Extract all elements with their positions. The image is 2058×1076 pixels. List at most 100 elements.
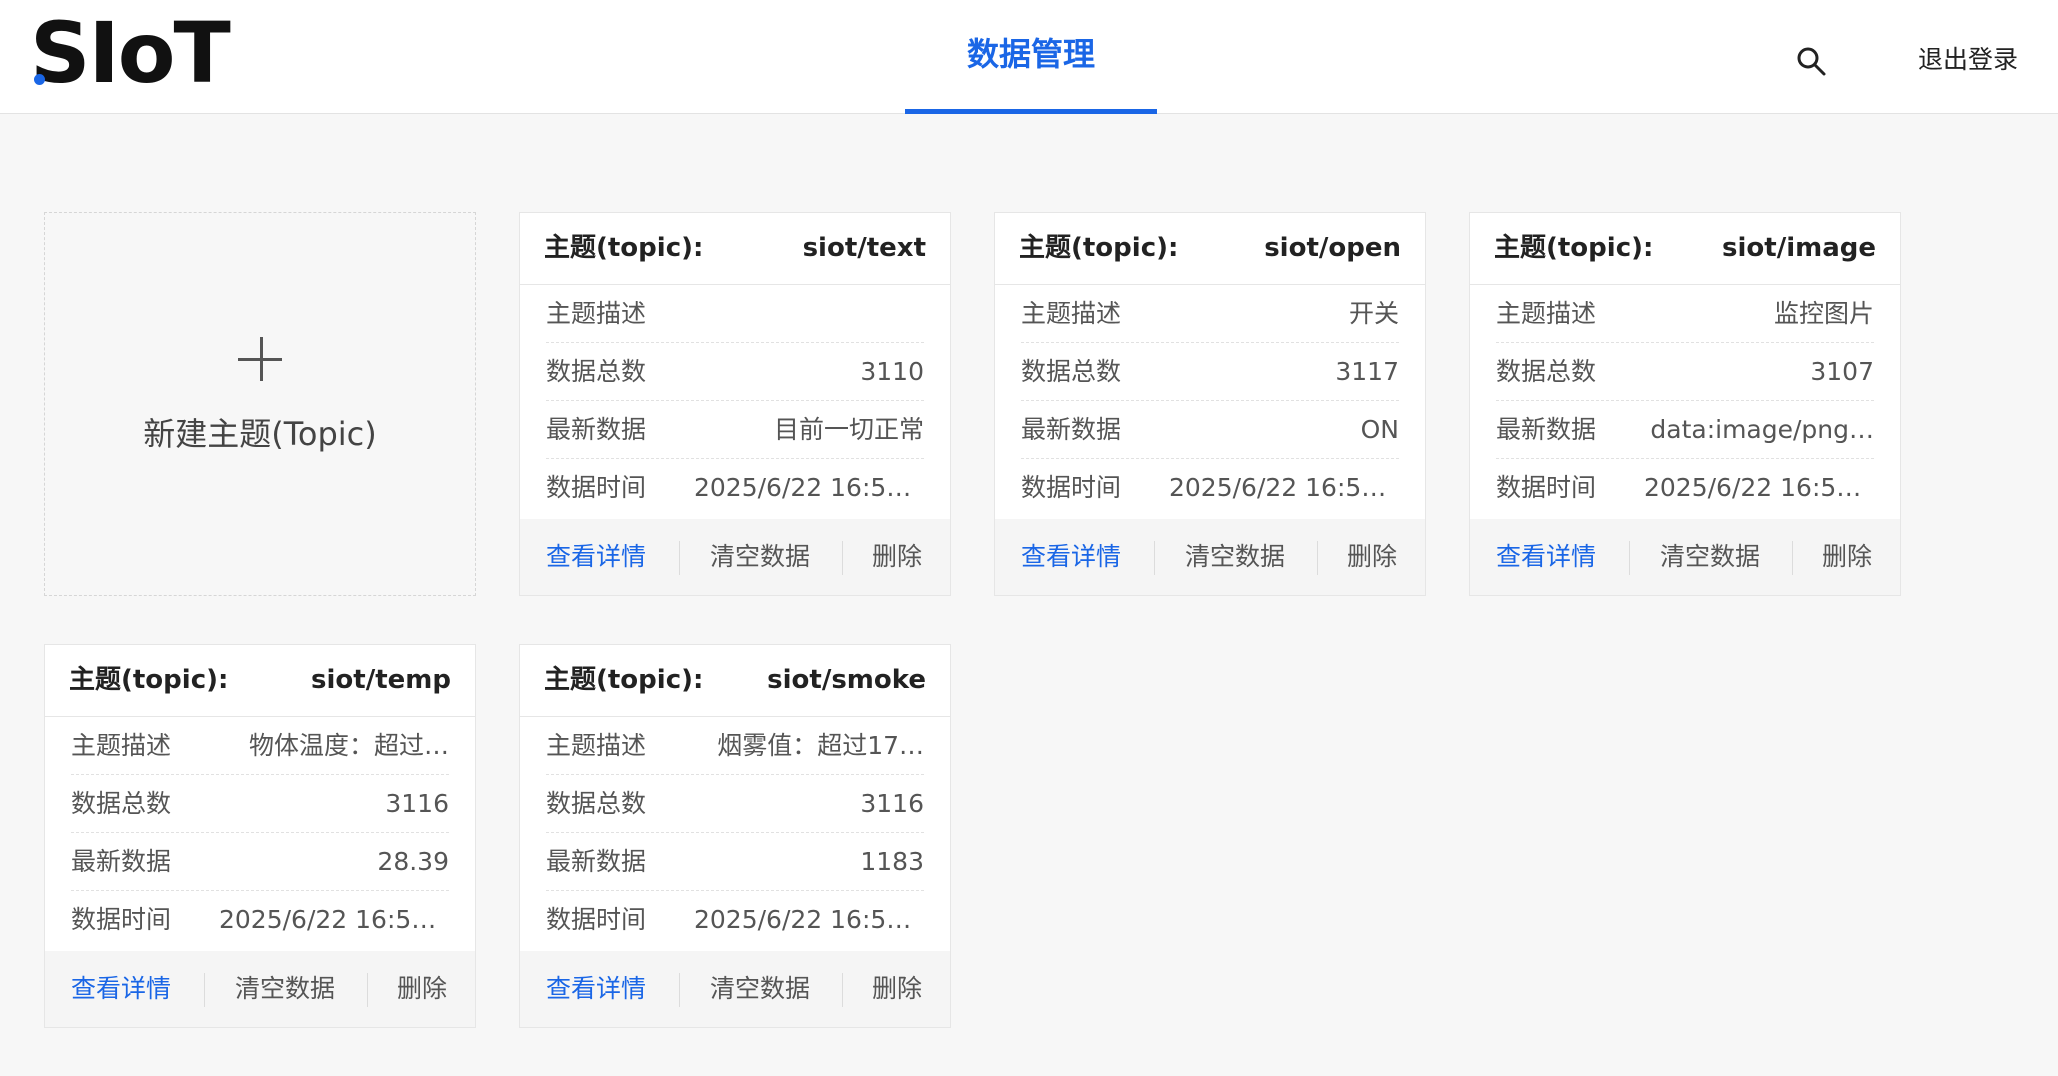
topic-card: 主题(topic): siot/text 主题描述 数据总数 3110 最新数据…: [519, 212, 951, 596]
desc-label: 主题描述: [1496, 299, 1597, 328]
card-row-desc: 主题描述 烟雾值：超过17…: [546, 717, 924, 775]
time-value: 2025/6/22 16:55:05: [1644, 473, 1874, 502]
view-details-button[interactable]: 查看详情: [1021, 519, 1121, 595]
topic-label: 主题(topic):: [544, 665, 704, 695]
topic-name: siot/temp: [311, 665, 451, 695]
latest-label: 最新数据: [1496, 415, 1597, 444]
top-header: SIoT 数据管理 退出登录: [0, 0, 2058, 114]
latest-value: 28.39: [377, 847, 449, 876]
card-row-latest: 最新数据 data:image/png…: [1496, 401, 1874, 459]
view-details-button[interactable]: 查看详情: [1496, 519, 1596, 595]
delete-button[interactable]: 删除: [872, 951, 922, 1027]
card-row-latest: 最新数据 目前一切正常: [546, 401, 924, 459]
card-row-time: 数据时间 2025/6/22 16:55:05: [71, 891, 449, 949]
count-label: 数据总数: [546, 789, 647, 818]
latest-label: 最新数据: [71, 847, 172, 876]
clear-data-button[interactable]: 清空数据: [1660, 519, 1760, 595]
search-icon: [1797, 47, 1826, 76]
count-label: 数据总数: [1496, 357, 1597, 386]
delete-button[interactable]: 删除: [397, 951, 447, 1027]
view-details-button[interactable]: 查看详情: [71, 951, 171, 1027]
count-value: 3107: [1810, 357, 1874, 386]
time-value: 2025/6/22 16:55:05: [694, 905, 924, 934]
time-value: 2025/6/22 16:56:38: [1169, 473, 1399, 502]
topic-card: 主题(topic): siot/temp 主题描述 物体温度：超过… 数据总数 …: [44, 644, 476, 1028]
card-actions: 查看详情 清空数据 删除: [520, 519, 950, 595]
delete-button[interactable]: 删除: [1347, 519, 1397, 595]
count-value: 3116: [860, 789, 924, 818]
divider: [1792, 541, 1793, 575]
view-details-button[interactable]: 查看详情: [546, 519, 646, 595]
divider: [367, 973, 368, 1007]
card-header: 主题(topic): siot/open: [995, 213, 1425, 285]
count-label: 数据总数: [71, 789, 172, 818]
desc-value: 开关: [1348, 299, 1399, 328]
topic-card: 主题(topic): siot/open 主题描述 开关 数据总数 3117 最…: [994, 212, 1426, 596]
count-label: 数据总数: [546, 357, 647, 386]
card-row-latest: 最新数据 1183: [546, 833, 924, 891]
topic-name: siot/smoke: [767, 665, 926, 695]
time-label: 数据时间: [546, 905, 647, 934]
clear-data-button[interactable]: 清空数据: [710, 519, 810, 595]
card-row-count: 数据总数 3116: [71, 775, 449, 833]
card-row-count: 数据总数 3116: [546, 775, 924, 833]
card-row-time: 数据时间 2025/6/22 16:55:05: [546, 891, 924, 949]
card-header: 主题(topic): siot/temp: [45, 645, 475, 717]
clear-data-button[interactable]: 清空数据: [1185, 519, 1285, 595]
desc-label: 主题描述: [546, 299, 647, 328]
card-row-desc: 主题描述: [546, 285, 924, 343]
card-row-desc: 主题描述 监控图片: [1496, 285, 1874, 343]
divider: [679, 973, 680, 1007]
topic-label: 主题(topic):: [69, 665, 229, 695]
divider: [842, 973, 843, 1007]
count-value: 3116: [385, 789, 449, 818]
divider: [1317, 541, 1318, 575]
topic-name: siot/open: [1264, 233, 1401, 263]
logo-accent-dot: [34, 74, 45, 85]
latest-label: 最新数据: [546, 847, 647, 876]
delete-button[interactable]: 删除: [1822, 519, 1872, 595]
card-row-count: 数据总数 3110: [546, 343, 924, 401]
count-value: 3110: [860, 357, 924, 386]
card-actions: 查看详情 清空数据 删除: [45, 951, 475, 1027]
divider: [679, 541, 680, 575]
clear-data-button[interactable]: 清空数据: [235, 951, 335, 1027]
topic-card: 主题(topic): siot/image 主题描述 监控图片 数据总数 310…: [1469, 212, 1901, 596]
time-label: 数据时间: [71, 905, 172, 934]
siot-logo[interactable]: SIoT: [30, 8, 231, 98]
card-row-time: 数据时间 2025/6/22 16:56:38: [1021, 459, 1399, 517]
divider: [1629, 541, 1630, 575]
search-button[interactable]: [1792, 42, 1832, 82]
divider: [1154, 541, 1155, 575]
divider: [842, 541, 843, 575]
card-header: 主题(topic): siot/smoke: [520, 645, 950, 717]
latest-value: data:image/png…: [1650, 415, 1874, 444]
delete-button[interactable]: 删除: [872, 519, 922, 595]
time-label: 数据时间: [1021, 473, 1122, 502]
view-details-button[interactable]: 查看详情: [546, 951, 646, 1027]
card-row-desc: 主题描述 开关: [1021, 285, 1399, 343]
topic-name: siot/image: [1722, 233, 1876, 263]
desc-value: 烟雾值：超过17…: [717, 731, 924, 760]
logout-button[interactable]: 退出登录: [1918, 40, 2018, 80]
card-actions: 查看详情 清空数据 删除: [995, 519, 1425, 595]
card-row-latest: 最新数据 ON: [1021, 401, 1399, 459]
time-label: 数据时间: [1496, 473, 1597, 502]
card-row-time: 数据时间 2025/6/22 16:55:05: [546, 459, 924, 517]
latest-value: 目前一切正常: [773, 415, 924, 444]
new-topic-card[interactable]: 新建主题(Topic): [44, 212, 476, 596]
divider: [204, 973, 205, 1007]
plus-icon: [45, 329, 475, 389]
tab-data-management[interactable]: 数据管理: [905, 0, 1157, 114]
clear-data-button[interactable]: 清空数据: [710, 951, 810, 1027]
count-value: 3117: [1335, 357, 1399, 386]
card-actions: 查看详情 清空数据 删除: [520, 951, 950, 1027]
latest-value: 1183: [860, 847, 924, 876]
card-row-count: 数据总数 3107: [1496, 343, 1874, 401]
card-header: 主题(topic): siot/text: [520, 213, 950, 285]
topic-label: 主题(topic):: [1019, 233, 1179, 263]
topic-name: siot/text: [802, 233, 926, 263]
desc-label: 主题描述: [71, 731, 172, 760]
count-label: 数据总数: [1021, 357, 1122, 386]
latest-label: 最新数据: [1021, 415, 1122, 444]
